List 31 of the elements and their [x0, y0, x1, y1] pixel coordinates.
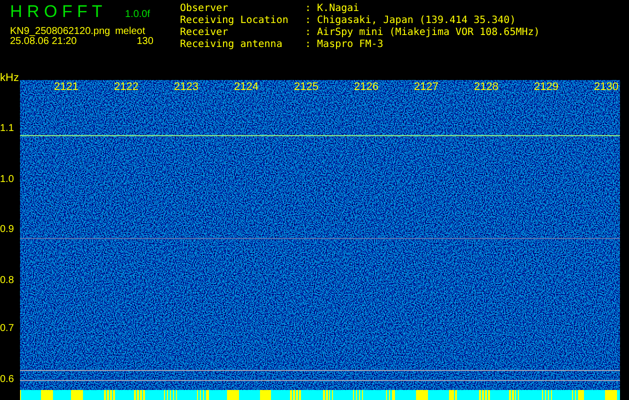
info-value: : AirSpy mini (Miakejima VOR 108.65MHz) — [305, 27, 540, 39]
time-label: 2128 — [474, 80, 498, 94]
axis-tick-label: 1.1 — [0, 122, 14, 136]
axis-tick-label: 0.8 — [0, 274, 14, 288]
info-label: Receiving Location — [180, 15, 290, 27]
time-label: 2124 — [234, 80, 258, 94]
axis-tick-label: 0.9 — [0, 223, 14, 237]
info-label: Receiving antenna — [180, 39, 284, 51]
info-value: : Maspro FM-3 — [305, 39, 384, 51]
axis-tick-label: 1.0 — [0, 173, 14, 187]
info-label: Observer — [180, 3, 230, 15]
count-value: 130 — [136, 36, 154, 47]
time-label: 2126 — [354, 80, 378, 94]
time-label: 2123 — [174, 80, 198, 94]
axis-tick-label: 0.6 — [0, 373, 14, 387]
time-label: 2129 — [534, 80, 558, 94]
info-value: : K.Nagai — [305, 3, 360, 15]
time-label: 2125 — [294, 80, 318, 94]
time-label: 2121 — [54, 80, 78, 94]
time-label: 2122 — [114, 80, 138, 94]
unit-label: kHz — [0, 72, 19, 84]
filename-label: KN9_2508062120.png — [10, 26, 110, 37]
datetime-label: 25.08.06 21:20 — [10, 36, 77, 47]
info-value: : Chigasaki, Japan (139.414 35.340) — [305, 15, 517, 27]
meteor-label: meleot — [115, 26, 146, 37]
time-label: 2127 — [414, 80, 438, 94]
info-label: Receiver — [180, 27, 230, 39]
axis-tick-label: 0.7 — [0, 322, 14, 336]
app-title: H R O F F T — [10, 2, 104, 22]
time-label: 2130 — [594, 80, 618, 94]
version-label: 1.0.0f — [125, 9, 150, 20]
